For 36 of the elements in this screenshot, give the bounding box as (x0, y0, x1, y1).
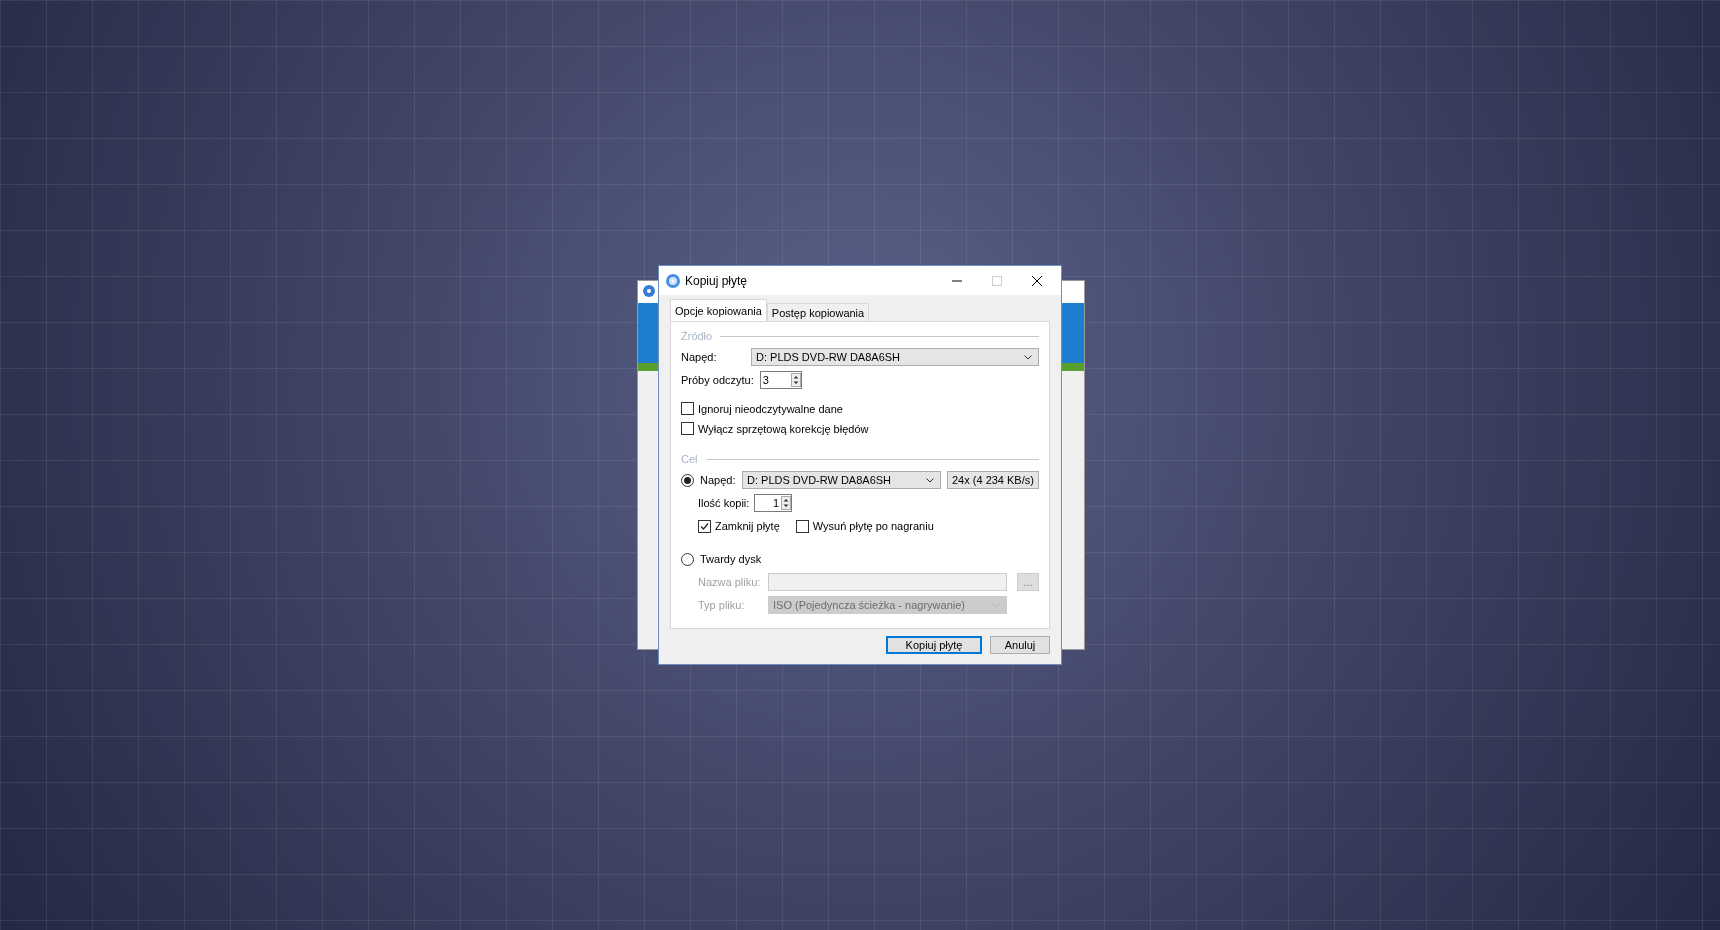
window-title: Kopiuj płytę (685, 273, 748, 288)
field-label: Typ pliku: (698, 599, 746, 611)
close-icon[interactable] (1032, 275, 1042, 286)
field-label: Napęd: (681, 351, 718, 363)
maximize-icon (992, 275, 1002, 286)
field-label: Nazwa pliku: (698, 576, 762, 588)
field-label: Ilość kopii: (698, 497, 748, 509)
checkbox-box[interactable] (681, 402, 694, 415)
checkbox-box[interactable] (698, 519, 711, 533)
caret-icon (1024, 354, 1032, 360)
retries-spinner[interactable]: 3 (759, 371, 802, 389)
spin-arrows-icon[interactable] (790, 373, 801, 387)
radio-label: Napęd: (700, 474, 736, 486)
app-icon (642, 284, 656, 298)
dialog-button[interactable]: Kopiuj płytę (886, 636, 982, 654)
drive-dropdown[interactable]: D: PLDS DVD-RW DA8A6SH (751, 348, 1039, 366)
speed-dropdown[interactable]: 24x (4 234 KB/s) (947, 471, 1039, 489)
caret-icon (926, 477, 934, 483)
checkbox-box[interactable] (681, 422, 694, 435)
group-heading: Źródło (681, 330, 713, 342)
disc-icon (665, 272, 681, 289)
radio-button[interactable] (681, 473, 694, 487)
checkbox-box[interactable] (795, 519, 809, 533)
drive-dropdown[interactable]: D: PLDS DVD-RW DA8A6SH (742, 471, 941, 489)
copies-spinner[interactable]: 1 (754, 494, 792, 512)
dialog-button[interactable]: Anuluj (990, 636, 1050, 654)
tab[interactable]: Opcje kopiowania (670, 299, 767, 321)
group-heading: Cel (681, 453, 698, 465)
radio-label: Twardy dysk (700, 553, 762, 565)
spin-arrows-icon[interactable] (781, 496, 791, 510)
checkbox[interactable]: Ignoruj nieodczytywalne dane (681, 400, 1039, 417)
checkbox[interactable]: Wysuń płytę po nagraniu (795, 517, 934, 535)
checkbox[interactable]: Wyłącz sprzętową korekcję błędów (681, 420, 1039, 437)
tab[interactable]: Postęp kopiowania (766, 303, 870, 321)
checkbox[interactable]: Zamknij płytę (698, 517, 780, 535)
field-label: Próby odczytu: (681, 374, 754, 386)
